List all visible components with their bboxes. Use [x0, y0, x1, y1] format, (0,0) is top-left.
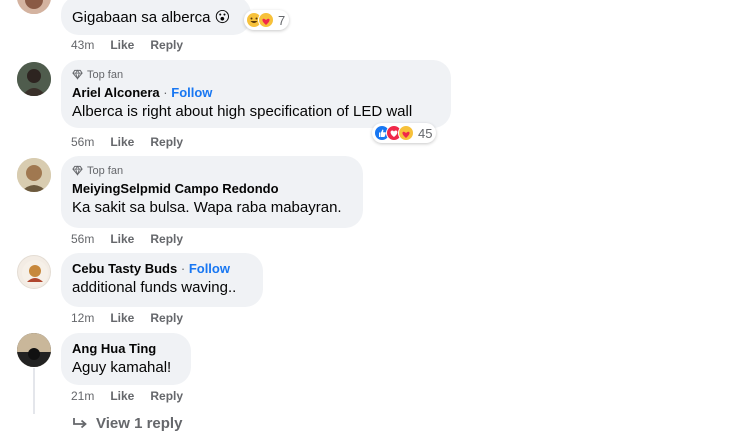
comment-text: additional funds waving.. — [72, 279, 237, 296]
diamond-icon — [72, 69, 83, 80]
reaction-count: 45 — [418, 125, 433, 141]
commenter-name[interactable]: Cebu Tasty Buds — [72, 261, 177, 276]
like-button[interactable]: Like — [110, 135, 134, 149]
care-icon — [258, 12, 274, 28]
comment-actions: 12m Like Reply — [71, 311, 183, 325]
reaction-summary[interactable]: 7 — [244, 10, 290, 30]
comment-text: Ka sakit sa bulsa. Wapa raba mabayran. — [72, 199, 342, 216]
reply-button[interactable]: Reply — [150, 311, 183, 325]
comment-bubble: Top fan MeiyingSelpmid Campo Redondo Ka … — [61, 156, 363, 228]
comment-bubble: Top fan Ariel Alconera · Follow Alberca … — [61, 60, 451, 128]
comment-bubble: Cebu Tasty Buds · Follow additional fund… — [61, 253, 263, 307]
avatar[interactable] — [17, 0, 51, 14]
reply-button[interactable]: Reply — [150, 38, 183, 52]
comment-actions: 56m Like Reply — [71, 232, 183, 246]
reply-button[interactable]: Reply — [150, 389, 183, 403]
top-fan-label: Top fan — [87, 68, 124, 81]
like-button[interactable]: Like — [110, 232, 134, 246]
comment-actions: 21m Like Reply — [71, 389, 183, 403]
comment-text: Alberca is right about high specificatio… — [72, 103, 413, 120]
comment-actions: 56m Like Reply — [71, 135, 183, 149]
comment-time[interactable]: 12m — [71, 311, 94, 325]
comment-time[interactable]: 56m — [71, 232, 94, 246]
comment-time[interactable]: 43m — [71, 38, 94, 52]
avatar[interactable] — [17, 333, 51, 367]
avatar[interactable] — [17, 158, 51, 192]
reply-button[interactable]: Reply — [150, 135, 183, 149]
comment-actions: 43m Like Reply — [71, 38, 183, 52]
top-fan-badge: Top fan — [72, 68, 439, 81]
like-button[interactable]: Like — [110, 311, 134, 325]
top-fan-badge: Top fan — [72, 164, 351, 177]
astonished-emoji: 😮 — [214, 9, 231, 26]
comment-bubble: Ang Hua Ting Aguy kamahal! — [61, 333, 191, 385]
reaction-summary[interactable]: 45 — [372, 123, 437, 143]
top-fan-label: Top fan — [87, 164, 124, 177]
reply-arrow-icon — [73, 417, 87, 428]
reply-thread-line — [33, 368, 35, 414]
commenter-name[interactable]: Ang Hua Ting — [72, 341, 156, 356]
like-button[interactable]: Like — [110, 38, 134, 52]
follow-button[interactable]: Follow — [189, 261, 230, 276]
view-replies-link[interactable]: View 1 reply — [72, 415, 182, 432]
avatar[interactable] — [17, 255, 51, 289]
diamond-icon — [72, 165, 83, 176]
care-icon — [398, 125, 414, 141]
view-replies-label: View 1 reply — [96, 415, 183, 432]
reply-button[interactable]: Reply — [150, 232, 183, 246]
separator-dot: · — [163, 85, 168, 100]
comment-text: Aguy kamahal! — [72, 359, 172, 376]
comment-text: Gigabaan sa alberca — [72, 9, 211, 26]
follow-button[interactable]: Follow — [171, 85, 212, 100]
comment-time[interactable]: 56m — [71, 135, 94, 149]
like-button[interactable]: Like — [110, 389, 134, 403]
separator-dot: · — [180, 261, 186, 276]
avatar[interactable] — [17, 62, 51, 96]
commenter-name[interactable]: MeiyingSelpmid Campo Redondo — [72, 181, 279, 196]
commenter-name[interactable]: Ariel Alconera — [72, 85, 160, 100]
comment-time[interactable]: 21m — [71, 389, 94, 403]
reaction-count: 7 — [278, 12, 286, 28]
comment-bubble: Gigabaan sa alberca 😮 — [61, 0, 251, 35]
